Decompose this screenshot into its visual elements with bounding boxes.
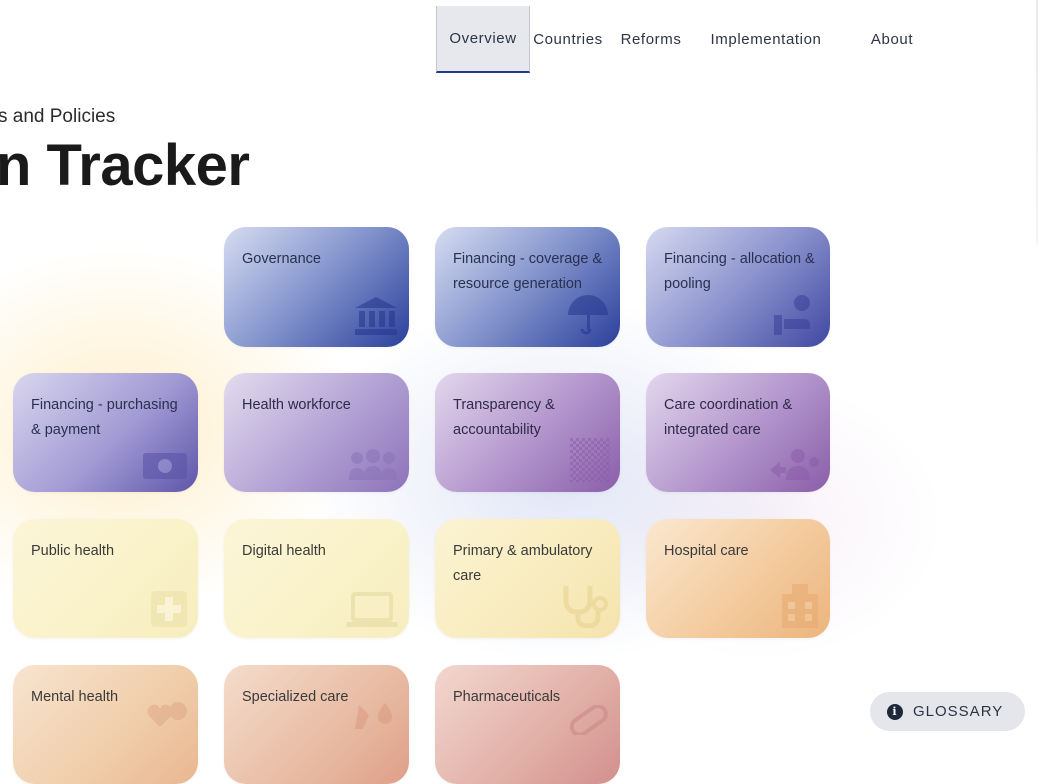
tile-label: Digital health [242,543,326,559]
tile-label: Care coordination & integrated care [664,397,793,438]
people-group-icon [349,449,397,480]
checker-pattern-icon [570,438,610,482]
nav-implementation[interactable]: Implementation [696,6,836,73]
umbrella-icon [568,295,608,335]
laptop-icon [346,592,398,627]
tile-label: Mental health [31,689,119,705]
tile-primary-care[interactable]: Primary & ambulatory care [435,519,620,638]
bank-icon [355,297,397,335]
tile-digital-health[interactable]: Digital health [224,519,409,638]
tile-label: Primary & ambulatory care [453,543,593,584]
tile-label: Specialized care [242,689,349,705]
nav-overview[interactable]: Overview [436,6,530,73]
tile-pharmaceuticals[interactable]: Pharmaceuticals [435,665,620,784]
hospital-icon [782,584,818,628]
page-title: n Tracker [0,133,250,198]
glossary-button[interactable]: i GLOSSARY [870,692,1025,731]
tile-financing-coverage[interactable]: Financing - coverage & resource generati… [435,227,620,347]
tile-public-health[interactable]: Public health [13,519,198,638]
pill-icon [569,705,608,735]
page-subtitle: s and Policies [0,106,116,127]
nav-countries[interactable]: Countries [530,6,606,73]
tile-label: Public health [31,543,115,559]
hand-person-icon [774,295,810,335]
tile-specialized-care[interactable]: Specialized care [224,665,409,784]
tile-health-workforce[interactable]: Health workforce [224,373,409,492]
tile-financing-allocation[interactable]: Financing - allocation & pooling [646,227,830,347]
money-bill-icon [143,453,187,479]
tile-hospital-care[interactable]: Hospital care [646,519,830,638]
tile-governance[interactable]: Governance [224,227,409,347]
tile-label: Health workforce [242,397,351,413]
nav-about[interactable]: About [836,6,948,73]
medical-cross-icon [151,591,187,627]
info-icon: i [887,703,903,720]
tile-financing-purchasing[interactable]: Financing - purchasing & payment [13,373,198,492]
tile-label: Financing - allocation & pooling [664,251,815,292]
top-nav: Overview Countries Reforms Implementatio… [436,6,948,73]
tile-mental-health[interactable]: Mental health [13,665,198,784]
tile-transparency[interactable]: Transparency & accountability [435,373,620,492]
stethoscope-icon [563,586,608,628]
tile-label: Governance [242,251,321,267]
people-arrows-icon [770,449,819,480]
nav-reforms[interactable]: Reforms [606,6,696,73]
tile-label: Hospital care [664,543,749,559]
tile-label: Financing - coverage & resource generati… [453,251,603,292]
tile-label: Financing - purchasing & payment [31,397,178,438]
tile-label: Pharmaceuticals [453,689,561,705]
tile-care-coordination[interactable]: Care coordination & integrated care [646,373,830,492]
tile-label: Transparency & accountability [453,397,555,438]
glossary-label: GLOSSARY [913,703,1004,720]
